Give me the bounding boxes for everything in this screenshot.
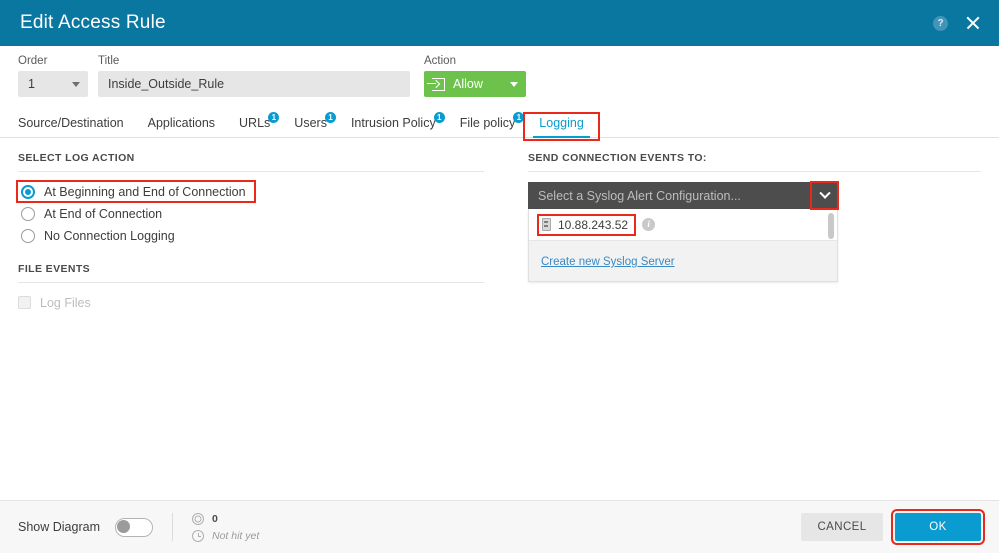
- checkbox-icon: [18, 296, 31, 309]
- tab-badge: 1: [433, 112, 445, 123]
- rule-title-input[interactable]: [98, 71, 410, 97]
- file-events-heading: FILE EVENTS: [18, 263, 484, 283]
- target-icon: [191, 512, 204, 525]
- allow-arrow-icon: [427, 77, 445, 91]
- chevron-down-icon[interactable]: [810, 181, 839, 210]
- show-diagram-label: Show Diagram: [18, 520, 100, 534]
- dropdown-scrollbar[interactable]: [828, 213, 834, 239]
- syslog-dropdown-list: 10.88.243.52 i: [529, 209, 837, 240]
- hit-count-row: 0: [191, 511, 259, 526]
- page-title: Edit Access Rule: [20, 12, 166, 33]
- footer-right-group: CANCEL OK: [801, 509, 985, 545]
- action-dropdown-button[interactable]: Allow: [424, 71, 526, 97]
- tab-bar: Source/Destination Applications URLs 1 U…: [0, 108, 999, 141]
- radio-no-connection-logging[interactable]: No Connection Logging: [18, 226, 179, 245]
- hit-time-value: Not hit yet: [211, 529, 260, 542]
- clock-icon: [191, 529, 204, 542]
- info-icon[interactable]: i: [642, 218, 656, 231]
- tab-label: Intrusion Policy: [350, 116, 436, 130]
- list-item[interactable]: 10.88.243.52 i: [529, 209, 837, 240]
- create-new-syslog-server-link[interactable]: Create new Syslog Server: [541, 256, 675, 268]
- dialog-titlebar: Edit Access Rule ?: [0, 0, 999, 46]
- log-files-label: Log Files: [40, 295, 91, 310]
- title-label: Title: [98, 55, 120, 67]
- order-value: 1: [28, 77, 35, 91]
- hit-count-block: 0 Not hit yet: [191, 511, 260, 543]
- ok-button[interactable]: OK: [891, 509, 985, 545]
- footer-left-group: Show Diagram 0 Not hit yet: [18, 511, 259, 543]
- tab-urls[interactable]: URLs 1: [227, 112, 282, 137]
- order-field-group: Order 1: [18, 55, 88, 97]
- syslog-dropdown-placeholder: Select a Syslog Alert Configuration...: [538, 188, 741, 203]
- log-files-checkbox-row[interactable]: Log Files: [18, 293, 484, 312]
- tab-label: Applications: [147, 116, 216, 130]
- send-connection-events-heading: SEND CONNECTION EVENTS TO:: [528, 152, 981, 172]
- radio-label: At Beginning and End of Connection: [44, 184, 246, 199]
- radio-icon-selected: [21, 184, 35, 199]
- titlebar-actions: ?: [933, 15, 981, 31]
- tab-source-destination[interactable]: Source/Destination: [18, 116, 136, 137]
- radio-at-end[interactable]: At End of Connection: [18, 204, 166, 223]
- tab-badge: 1: [324, 112, 336, 123]
- show-diagram-toggle[interactable]: [114, 517, 153, 537]
- chevron-down-icon: [72, 81, 80, 87]
- tab-applications[interactable]: Applications: [136, 116, 227, 137]
- close-icon[interactable]: [965, 15, 981, 31]
- send-connection-events-panel: SEND CONNECTION EVENTS TO: Select a Sysl…: [506, 152, 981, 500]
- tab-logging[interactable]: Logging: [523, 112, 600, 141]
- dialog-footer: Show Diagram 0 Not hit yet CANCEL OK: [0, 500, 999, 553]
- syslog-server-icon: [542, 218, 551, 231]
- syslog-dropdown-footer: Create new Syslog Server: [529, 240, 837, 281]
- tab-file-policy[interactable]: File policy 1: [448, 112, 528, 137]
- action-label: Action: [424, 55, 456, 67]
- edit-access-rule-dialog: Edit Access Rule ? Order 1 Title Action …: [0, 0, 999, 553]
- dialog-body: SELECT LOG ACTION At Beginning and End o…: [0, 138, 999, 500]
- tab-intrusion-policy[interactable]: Intrusion Policy 1: [339, 112, 448, 137]
- hit-time-row: Not hit yet: [191, 528, 260, 543]
- cancel-button[interactable]: CANCEL: [801, 513, 883, 541]
- syslog-dropdown-menu: 10.88.243.52 i Create new Syslog Server: [528, 209, 838, 282]
- syslog-dropdown-control[interactable]: Select a Syslog Alert Configuration...: [528, 181, 839, 210]
- rule-header: Order 1 Title Action Allow: [0, 46, 999, 97]
- help-circle-icon[interactable]: ?: [933, 15, 948, 31]
- action-field-group: Action Allow: [424, 55, 526, 97]
- hit-count-value: 0: [211, 512, 218, 525]
- syslog-server-entry[interactable]: 10.88.243.52: [536, 213, 637, 236]
- tab-label: Logging: [539, 116, 584, 130]
- footer-divider: [171, 513, 173, 541]
- tab-badge: 1: [513, 112, 525, 123]
- syslog-alert-dropdown: Select a Syslog Alert Configuration... 1…: [528, 181, 839, 282]
- title-field-group: Title: [98, 55, 410, 97]
- radio-at-beginning-and-end[interactable]: At Beginning and End of Connection: [16, 180, 256, 203]
- radio-label: At End of Connection: [44, 206, 163, 221]
- tab-label: Users: [294, 116, 327, 130]
- log-action-panel: SELECT LOG ACTION At Beginning and End o…: [16, 152, 506, 500]
- tab-label: Source/Destination: [18, 116, 124, 130]
- syslog-server-label: 10.88.243.52: [558, 217, 629, 232]
- toggle-knob: [117, 520, 131, 533]
- order-label: Order: [18, 55, 48, 67]
- radio-label: No Connection Logging: [44, 228, 175, 243]
- tab-label: File policy: [459, 116, 516, 130]
- select-log-action-heading: SELECT LOG ACTION: [18, 152, 484, 172]
- tab-label: URLs: [239, 116, 271, 130]
- radio-icon: [21, 206, 35, 221]
- tab-users[interactable]: Users 1: [282, 112, 339, 137]
- radio-icon: [21, 228, 35, 243]
- action-value: Allow: [453, 77, 483, 91]
- tab-badge: 1: [268, 112, 280, 123]
- order-select[interactable]: 1: [18, 71, 88, 97]
- chevron-down-icon: [510, 81, 518, 87]
